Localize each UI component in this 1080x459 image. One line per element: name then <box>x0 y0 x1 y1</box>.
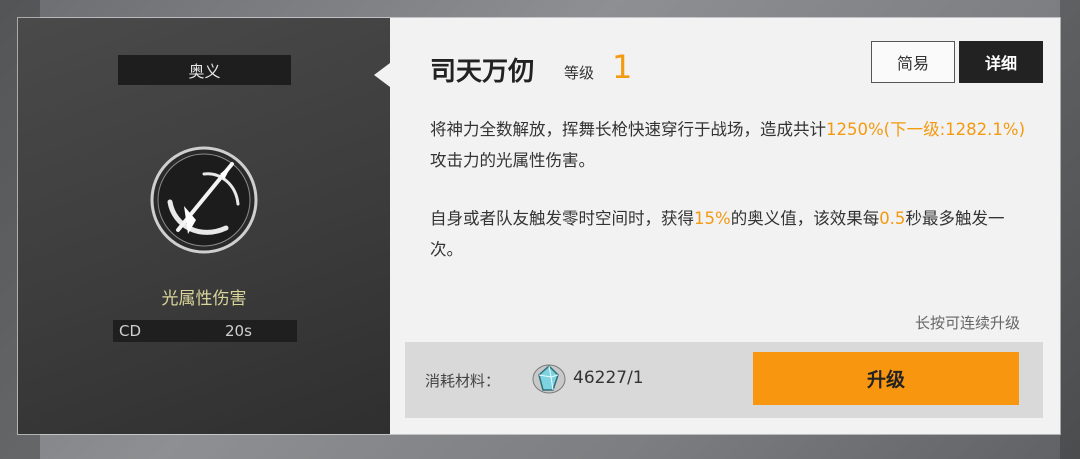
panel-pointer <box>374 63 390 87</box>
skill-name: 司天万仞 <box>430 57 535 87</box>
description-text: 自身或者队友触发零时空间时，获得 <box>430 209 694 228</box>
material-count: 46227/1 <box>573 368 644 388</box>
skill-info-panel: 司天万仞 等级 1 简易 详细 将神力全数解放，挥舞长枪快速穿行于战场，造成共计… <box>390 18 1060 434</box>
cooldown-label: CD <box>119 322 142 340</box>
background-stripe <box>1060 0 1080 459</box>
upgrade-button[interactable]: 升级 <box>753 352 1019 405</box>
highlighted-value: 15% <box>694 209 731 228</box>
cooldown-value: 20s <box>225 322 252 340</box>
detail-mode-button[interactable]: 详细 <box>959 41 1043 83</box>
cooldown-bar: CD 20s <box>113 320 297 342</box>
long-press-hint: 长按可连续升级 <box>914 314 1020 332</box>
level-value: 1 <box>612 48 633 86</box>
highlighted-value: 0.5 <box>879 209 906 228</box>
skill-effect-paragraph: 自身或者队友触发零时空间时，获得15%的奥义值，该效果每0.5秒最多触发一次。 <box>430 203 1030 265</box>
description-text: 的奥义值，该效果每 <box>730 209 880 228</box>
crystal-material-icon[interactable] <box>531 361 567 397</box>
highlighted-value: 1250%(下一级:1282.1%) <box>826 120 1026 139</box>
description-text: 将神力全数解放，挥舞长枪快速穿行于战场，造成共计 <box>430 120 826 139</box>
simple-mode-button[interactable]: 简易 <box>871 41 955 83</box>
material-cost-label: 消耗材料： <box>425 372 501 390</box>
upgrade-cost-bar: 消耗材料： 46227/1 升级 <box>405 342 1043 418</box>
description-text: 攻击力的光属性伤害。 <box>430 151 595 170</box>
skill-type-tag: 奥义 <box>118 55 291 85</box>
damage-element-label: 光属性伤害 <box>161 289 247 309</box>
level-label: 等级 <box>564 64 595 82</box>
spear-slash-icon <box>150 146 258 254</box>
skill-description-paragraph: 将神力全数解放，挥舞长枪快速穿行于战场，造成共计1250%(下一级:1282.1… <box>430 114 1030 176</box>
skill-detail-panel: 奥义 光属性伤害 CD 20s 司天万仞 等级 1 简易 详细 将神力全数解放，… <box>18 18 1060 434</box>
skill-summary-panel: 奥义 光属性伤害 CD 20s <box>18 18 390 434</box>
